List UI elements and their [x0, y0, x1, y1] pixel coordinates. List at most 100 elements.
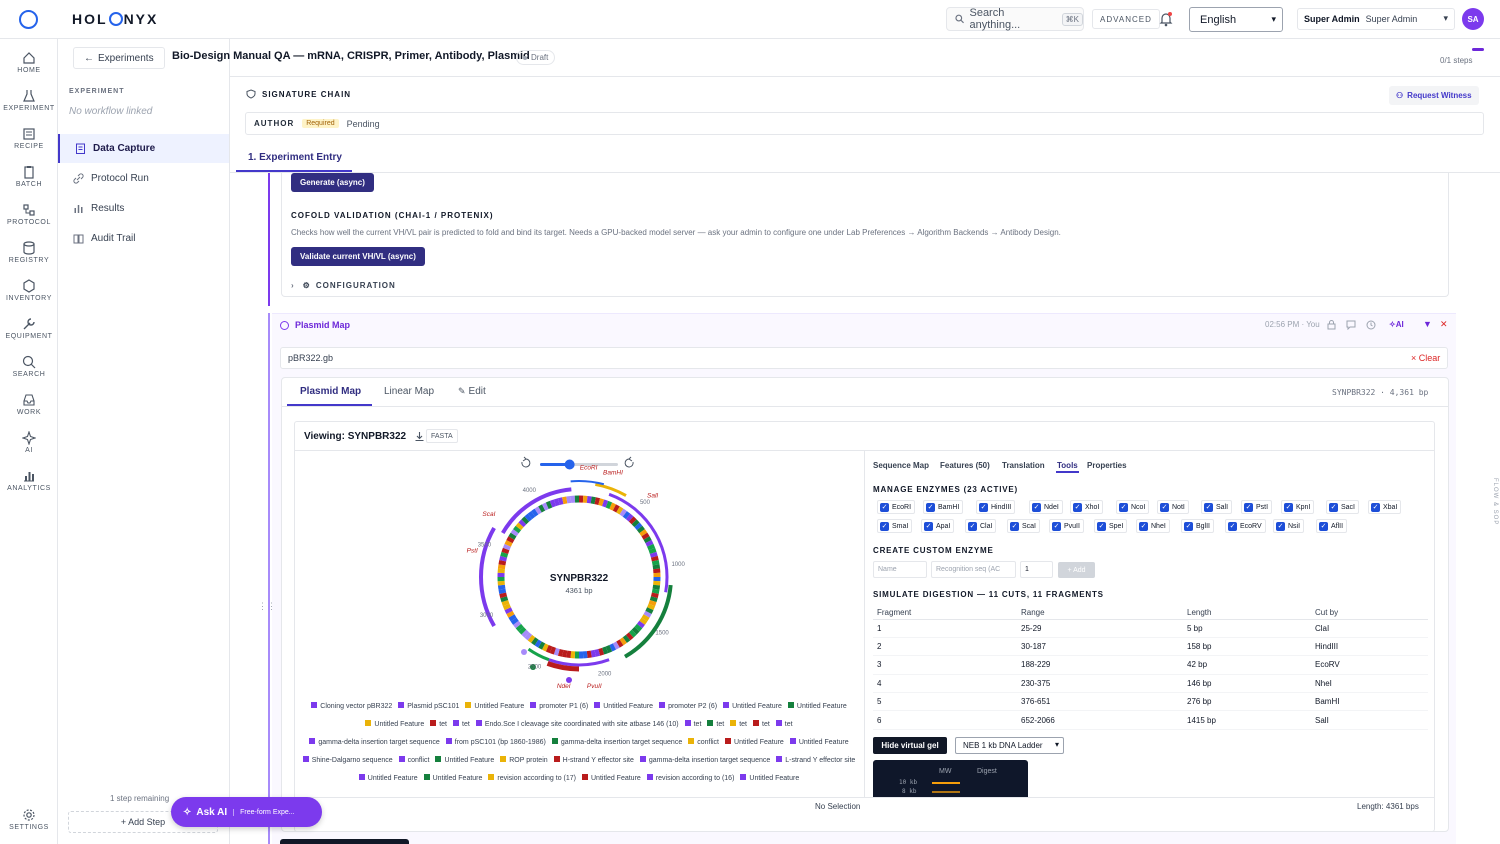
sequence-segment[interactable] [504, 607, 513, 614]
generate-async-button[interactable]: Generate (async) [291, 173, 374, 192]
sequence-segment[interactable] [598, 647, 605, 656]
sequence-segment[interactable] [631, 626, 640, 635]
sequence-segment[interactable] [609, 643, 616, 652]
sequence-segment[interactable] [631, 519, 640, 528]
comment-icon[interactable] [1346, 320, 1356, 330]
sequence-segment[interactable] [649, 551, 658, 558]
nav-protocol-run[interactable]: Protocol Run [58, 164, 229, 193]
drag-handle-icon[interactable]: ⋮⋮ [258, 601, 276, 612]
checkbox-checked-icon[interactable]: ✓ [926, 502, 935, 512]
legend-item[interactable]: promoter P2 (6) [659, 698, 717, 716]
checkbox-checked-icon[interactable]: ✓ [1228, 521, 1237, 531]
sequence-segment[interactable] [647, 603, 656, 611]
sequence-segment[interactable] [625, 513, 634, 522]
legend-item[interactable]: Untitled Feature [465, 698, 524, 716]
sequence-segment[interactable] [641, 614, 650, 622]
rail-ai[interactable]: AI [0, 431, 58, 454]
sequence-segment[interactable] [518, 519, 527, 528]
sequence-segment[interactable] [647, 543, 656, 551]
sequence-segment[interactable] [625, 632, 634, 641]
sequence-segment[interactable] [652, 584, 661, 590]
sequence-segment[interactable] [521, 629, 530, 638]
sequence-segment[interactable] [619, 637, 627, 646]
legend-item[interactable]: revision according to (16) [646, 770, 734, 788]
rail-inventory[interactable]: INVENTORY [0, 279, 58, 302]
nav-audit-trail[interactable]: Audit Trail [58, 224, 229, 253]
sequence-segment[interactable] [634, 623, 643, 632]
sequence-segment[interactable] [553, 647, 560, 656]
sequence-segment[interactable] [531, 508, 539, 517]
sequence-segment[interactable] [506, 536, 515, 544]
legend-item[interactable]: gamma-delta insertion target sequence [551, 734, 682, 752]
legend-item[interactable]: Untitled Feature [423, 770, 482, 788]
checkbox-checked-icon[interactable]: ✓ [1119, 502, 1128, 512]
sequence-segment[interactable] [641, 532, 650, 540]
close-icon[interactable]: ✕ [1440, 319, 1448, 330]
checkbox-checked-icon[interactable]: ✓ [1010, 521, 1019, 531]
rail-batch[interactable]: BATCH [0, 165, 58, 188]
legend-item[interactable]: Untitled Feature [789, 734, 849, 752]
rotate-right-icon[interactable] [624, 456, 634, 468]
table-row[interactable]: 6 652-2066 1415 bp SalI [873, 710, 1428, 730]
sequence-segment[interactable] [531, 637, 539, 646]
rail-recipe[interactable]: RECIPE [0, 127, 58, 150]
sequence-segment[interactable] [538, 504, 546, 513]
checkbox-checked-icon[interactable]: ✓ [1244, 502, 1253, 512]
tab-experiment-entry[interactable]: 1. Experiment Entry [236, 148, 352, 172]
sequence-segment[interactable] [513, 525, 522, 534]
sequence-segment[interactable] [602, 646, 609, 655]
cut-position-input[interactable]: 1 [1020, 561, 1053, 578]
file-input[interactable]: pBR322.gb [280, 347, 1448, 369]
sequence-segment[interactable] [506, 610, 515, 618]
enzyme-checkbox-item[interactable]: ✓ NdeI [1029, 500, 1063, 514]
legend-item[interactable]: from pSC101 (bp 1860-1986) [445, 734, 546, 752]
sequence-segment[interactable] [501, 600, 510, 607]
nav-results[interactable]: Results [58, 194, 229, 223]
sequence-segment[interactable] [605, 500, 613, 509]
sequence-segment[interactable] [594, 497, 601, 506]
validate-vhvl-button[interactable]: Validate current VH/VL (async) [291, 247, 425, 266]
legend-item[interactable]: Untitled Feature [725, 734, 784, 752]
legend-item[interactable]: Untitled Feature [594, 698, 653, 716]
sequence-segment[interactable] [562, 649, 568, 658]
sequence-segment[interactable] [628, 629, 637, 638]
enzyme-checkbox-item[interactable]: ✓ SacI [1326, 500, 1360, 514]
sequence-segment[interactable] [497, 564, 506, 570]
checkbox-checked-icon[interactable]: ✓ [1284, 502, 1293, 512]
sequence-segment[interactable] [634, 522, 643, 531]
checkbox-checked-icon[interactable]: ✓ [880, 521, 889, 531]
nav-data-capture[interactable]: Data Capture [58, 134, 229, 163]
enzyme-checkbox-item[interactable]: ✓ SalI [1201, 500, 1233, 514]
sequence-segment[interactable] [527, 511, 536, 520]
sequence-segment[interactable] [510, 529, 519, 537]
sequence-segment[interactable] [557, 497, 564, 506]
sequence-segment[interactable] [545, 645, 553, 654]
legend-item[interactable]: Untitled Feature [582, 770, 641, 788]
rail-experiment[interactable]: EXPERIMENT [0, 89, 58, 112]
rail-settings[interactable]: SETTINGS [0, 808, 58, 831]
tab-features[interactable]: Features (50) [940, 461, 990, 470]
sequence-segment[interactable] [650, 555, 659, 562]
checkbox-checked-icon[interactable]: ✓ [1276, 521, 1285, 531]
sequence-segment[interactable] [497, 584, 506, 590]
lock-icon[interactable] [1327, 320, 1336, 330]
recognition-seq-input[interactable]: Recognition seq (AC [931, 561, 1016, 578]
enzyme-checkbox-item[interactable]: ✓ ApaI [921, 519, 955, 533]
feature-marker[interactable] [521, 649, 527, 655]
enzyme-checkbox-item[interactable]: ✓ PstI [1241, 500, 1273, 514]
table-row[interactable]: 3 188-229 42 bp EcoRV [873, 655, 1428, 675]
legend-item[interactable]: ROP protein [500, 752, 548, 770]
tab-tools[interactable]: Tools [1057, 461, 1078, 470]
enzyme-checkbox-item[interactable]: ✓ BamHI [923, 500, 964, 514]
ask-ai-button[interactable]: ✧ Ask AI Free-form Expe... [171, 797, 322, 827]
sequence-segment[interactable] [612, 641, 620, 650]
sequence-segment[interactable] [508, 614, 517, 622]
legend-item[interactable]: Untitled Feature [787, 698, 847, 716]
request-witness-button[interactable]: ⚇ Request Witness [1389, 86, 1479, 105]
sequence-segment[interactable] [504, 539, 513, 547]
sequence-segment[interactable] [499, 592, 508, 599]
rail-analytics[interactable]: ANALYTICS [0, 469, 58, 492]
sequence-segment[interactable] [515, 623, 524, 632]
sequence-segment[interactable] [609, 502, 616, 511]
sequence-segment[interactable] [500, 596, 509, 603]
